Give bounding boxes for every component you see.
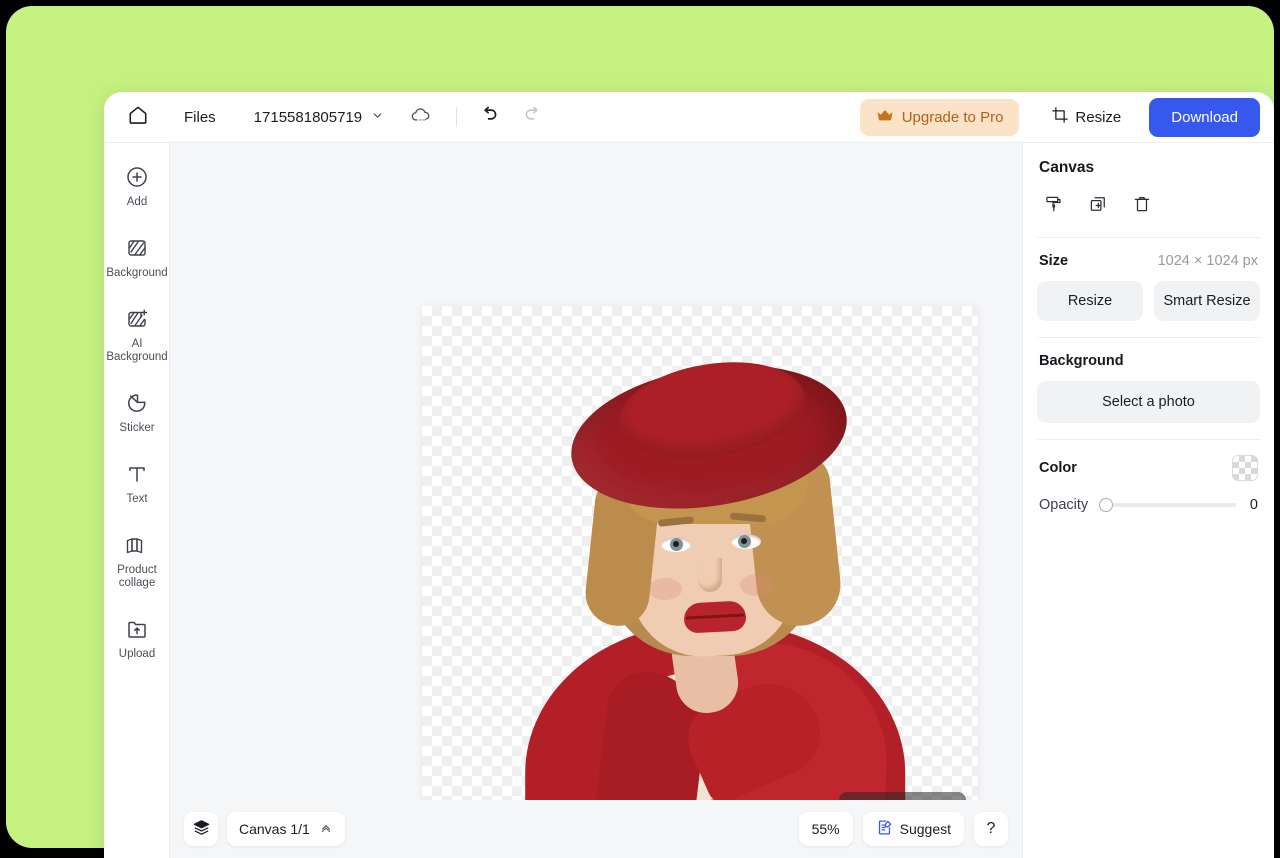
plus-circle-icon xyxy=(125,164,149,190)
duplicate-icon xyxy=(1088,194,1108,219)
suggest-note-icon xyxy=(876,819,893,839)
color-swatch[interactable] xyxy=(1232,455,1258,481)
delete-button[interactable] xyxy=(1125,191,1159,221)
background-label: Background xyxy=(1039,353,1124,369)
undo-button[interactable] xyxy=(479,104,500,130)
tool-text-label: Text xyxy=(126,493,147,506)
portrait-artwork xyxy=(422,306,978,858)
redo-icon xyxy=(522,104,543,130)
hatch-square-icon xyxy=(125,235,149,261)
top-toolbar-right: Upgrade to Pro Resize Download xyxy=(860,97,1274,137)
trash-icon xyxy=(1132,194,1152,219)
resize-label: Resize xyxy=(1075,109,1121,126)
size-label: Size xyxy=(1039,253,1068,269)
tool-sticker[interactable]: Sticker xyxy=(104,381,170,439)
left-tool-rail: Add Background xyxy=(104,143,170,858)
help-button[interactable]: ? xyxy=(974,812,1008,846)
cloud-save-status[interactable] xyxy=(410,106,432,129)
panel-resize-button[interactable]: Resize xyxy=(1037,281,1143,321)
tool-upload[interactable]: Upload xyxy=(104,607,170,665)
smart-resize-button[interactable]: Smart Resize xyxy=(1154,281,1260,321)
upgrade-label: Upgrade to Pro xyxy=(902,109,1004,126)
tool-sticker-label: Sticker xyxy=(119,422,154,435)
select-photo-button[interactable]: Select a photo xyxy=(1037,381,1260,423)
background-row: Background xyxy=(1037,338,1260,369)
text-t-icon xyxy=(125,461,149,487)
canvas-action-buttons xyxy=(1037,177,1260,237)
tool-ai-background[interactable]: AI Background xyxy=(104,297,170,368)
collage-icon xyxy=(124,532,150,558)
size-value: 1024 × 1024 px xyxy=(1158,253,1258,269)
suggest-label: Suggest xyxy=(900,821,951,837)
tool-text[interactable]: Text xyxy=(104,452,170,510)
nose xyxy=(698,558,722,592)
tool-product-collage[interactable]: Product collage xyxy=(104,523,170,594)
chevron-down-icon xyxy=(371,109,384,126)
tool-product-collage-label: Product collage xyxy=(106,564,168,590)
layers-icon xyxy=(192,818,211,840)
filename-label: 1715581805719 xyxy=(254,109,362,126)
zoom-level-label: 55% xyxy=(812,821,840,837)
top-toolbar: Files 1715581805719 xyxy=(104,92,1274,143)
tool-background[interactable]: Background xyxy=(104,226,170,284)
upload-folder-icon xyxy=(125,616,149,642)
help-label: ? xyxy=(987,820,996,838)
tool-ai-background-label: AI Background xyxy=(106,338,168,364)
tool-add-label: Add xyxy=(127,196,147,209)
cheek-left xyxy=(648,578,682,600)
redo-button[interactable] xyxy=(522,104,543,130)
bottom-toolbar: Canvas 1/1 55% xyxy=(170,800,1022,858)
tool-upload-label: Upload xyxy=(119,648,155,661)
panel-resize-label: Resize xyxy=(1068,293,1112,309)
layers-button[interactable] xyxy=(184,812,218,846)
zoom-level-button[interactable]: 55% xyxy=(799,812,853,846)
color-row: Color xyxy=(1037,440,1260,481)
sticker-icon xyxy=(125,390,149,416)
select-photo-label: Select a photo xyxy=(1102,394,1195,410)
duplicate-button[interactable] xyxy=(1081,191,1115,221)
opacity-slider[interactable] xyxy=(1100,503,1236,507)
undo-icon xyxy=(479,104,500,130)
desktop-background: Files 1715581805719 xyxy=(0,0,1280,854)
bottom-toolbar-right: 55% Suggest ? xyxy=(799,812,1008,846)
artboard[interactable]: insMind .com xyxy=(422,306,978,858)
crop-icon xyxy=(1051,106,1069,128)
opacity-value: 0 xyxy=(1248,497,1258,513)
pupil-left xyxy=(673,541,679,547)
suggest-button[interactable]: Suggest xyxy=(863,812,964,846)
size-buttons: Resize Smart Resize xyxy=(1037,269,1260,337)
smart-resize-label: Smart Resize xyxy=(1163,293,1250,309)
paint-roller-button[interactable] xyxy=(1037,191,1071,221)
download-button[interactable]: Download xyxy=(1149,98,1260,137)
color-label: Color xyxy=(1039,460,1077,476)
crown-icon xyxy=(876,108,894,127)
tool-add[interactable]: Add xyxy=(104,155,170,213)
pupil-right xyxy=(741,538,747,544)
chevron-up-icon xyxy=(319,821,333,838)
files-label: Files xyxy=(184,109,216,126)
home-button[interactable] xyxy=(118,97,158,137)
canvas-workspace[interactable]: insMind .com xyxy=(170,143,1022,858)
paint-roller-icon xyxy=(1044,194,1064,219)
opacity-row: Opacity 0 xyxy=(1037,481,1260,513)
canvas-pages-label: Canvas 1/1 xyxy=(239,821,310,837)
opacity-slider-handle[interactable] xyxy=(1099,498,1113,512)
size-row: Size 1024 × 1024 px xyxy=(1037,238,1260,269)
hatch-sparkle-icon xyxy=(125,306,149,332)
cloud-saved-icon xyxy=(410,106,432,129)
opacity-label: Opacity xyxy=(1039,497,1088,513)
properties-panel: Canvas xyxy=(1022,143,1274,858)
filename-dropdown[interactable]: 1715581805719 xyxy=(254,109,384,126)
home-icon xyxy=(127,104,149,131)
canvas-page-selector[interactable]: Canvas 1/1 xyxy=(227,812,345,846)
cheek-right xyxy=(740,574,774,596)
download-label: Download xyxy=(1171,109,1238,126)
files-menu-button[interactable]: Files xyxy=(174,103,226,132)
panel-title: Canvas xyxy=(1037,143,1260,177)
upgrade-to-pro-button[interactable]: Upgrade to Pro xyxy=(860,99,1020,136)
insmind-editor-window: Files 1715581805719 xyxy=(104,92,1274,858)
tool-background-label: Background xyxy=(106,267,167,280)
toolbar-divider xyxy=(456,107,457,127)
resize-button[interactable]: Resize xyxy=(1037,97,1135,137)
